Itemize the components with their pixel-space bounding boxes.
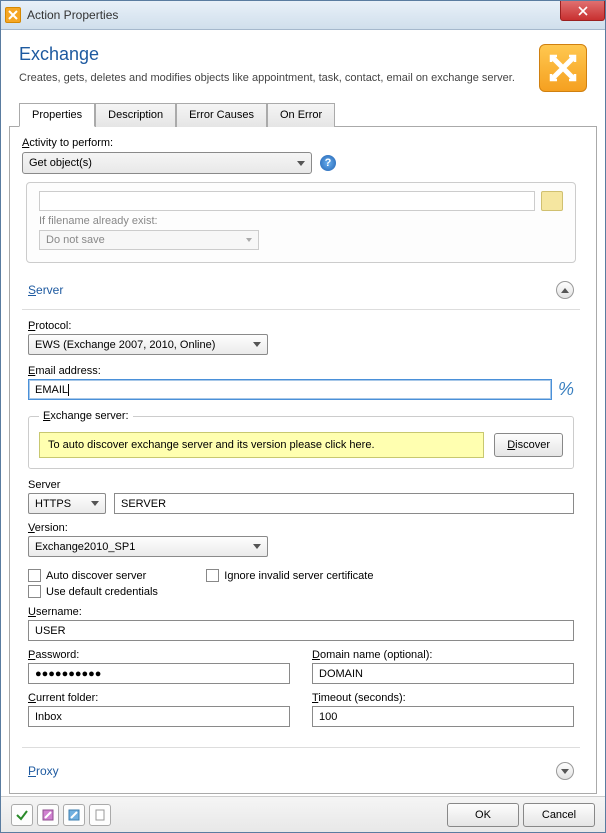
tab-content: Activity to perform: Get object(s) ? If … — [9, 127, 597, 794]
username-label: Username: — [28, 606, 574, 618]
output-group: If filename already exist: Do not save — [26, 182, 576, 263]
chevron-down-icon — [561, 769, 569, 774]
server-protocol-dropdown[interactable]: HTTPS — [28, 493, 106, 514]
chevron-up-icon — [561, 288, 569, 293]
exchange-server-group: Exchange server: To auto discover exchan… — [28, 410, 574, 469]
folder-label: Current folder: — [28, 692, 290, 704]
collapse-button[interactable] — [556, 281, 574, 299]
help-icon[interactable]: ? — [320, 155, 336, 171]
protocol-dropdown[interactable]: EWS (Exchange 2007, 2010, Online) — [28, 334, 268, 355]
scroll-area[interactable]: If filename already exist: Do not save S… — [22, 182, 584, 793]
new-icon-button[interactable] — [89, 804, 111, 826]
ignore-cert-checkbox[interactable]: Ignore invalid server certificate — [206, 569, 373, 582]
chevron-down-icon — [297, 161, 305, 166]
tab-on-error[interactable]: On Error — [267, 103, 335, 127]
email-input[interactable]: EMAIL — [28, 379, 552, 400]
titlebar[interactable]: Action Properties — [1, 1, 605, 30]
discover-button[interactable]: Discover — [494, 433, 563, 457]
server-section-header[interactable]: Server — [22, 277, 580, 303]
exchange-logo-icon — [539, 44, 587, 92]
dialog-window: Action Properties Exchange Creates, gets… — [0, 0, 606, 833]
cancel-button[interactable]: Cancel — [523, 803, 595, 827]
username-input[interactable]: USER — [28, 620, 574, 641]
discover-note: To auto discover exchange server and its… — [39, 432, 484, 458]
proxy-section-header[interactable]: Proxy — [22, 758, 580, 784]
protocol-label: Protocol: — [28, 320, 574, 332]
expand-button[interactable] — [556, 762, 574, 780]
version-label: Version: — [28, 522, 574, 534]
tool1-icon-button[interactable] — [37, 804, 59, 826]
email-label: Email address: — [28, 365, 574, 377]
use-default-creds-checkbox[interactable]: Use default credentials — [28, 585, 158, 598]
version-dropdown[interactable]: Exchange2010_SP1 — [28, 536, 268, 557]
domain-label: Domain name (optional): — [312, 649, 574, 661]
auto-discover-checkbox[interactable]: Auto discover server — [28, 569, 146, 582]
apply-icon-button[interactable] — [11, 804, 33, 826]
server-host-input[interactable]: SERVER — [114, 493, 574, 514]
chevron-down-icon — [253, 544, 261, 549]
tab-description[interactable]: Description — [95, 103, 176, 127]
header: Exchange Creates, gets, deletes and modi… — [1, 30, 605, 102]
app-icon — [5, 7, 21, 23]
tab-error-causes[interactable]: Error Causes — [176, 103, 267, 127]
tabstrip: Properties Description Error Causes On E… — [9, 102, 597, 127]
divider — [22, 309, 580, 310]
page-title: Exchange — [19, 44, 529, 65]
ok-button[interactable]: OK — [447, 803, 519, 827]
folder-input[interactable]: Inbox — [28, 706, 290, 727]
activity-value: Get object(s) — [29, 157, 92, 169]
filename-exist-dropdown: Do not save — [39, 230, 259, 250]
timeout-label: Timeout (seconds): — [312, 692, 574, 704]
footer: OK Cancel — [1, 796, 605, 832]
filename-input-disabled — [39, 191, 535, 211]
close-button[interactable] — [560, 1, 605, 21]
server-section-body: Protocol: EWS (Exchange 2007, 2010, Onli… — [22, 320, 580, 743]
proxy-section-title: Proxy — [28, 764, 59, 778]
variable-picker-icon[interactable]: % — [558, 379, 574, 400]
server-section-title: Server — [28, 283, 63, 297]
timeout-input[interactable]: 100 — [312, 706, 574, 727]
divider — [22, 747, 580, 748]
activity-label: Activity to perform: — [22, 137, 584, 149]
exchange-legend: Exchange server: — [39, 410, 133, 422]
browse-button[interactable] — [541, 191, 563, 211]
password-input[interactable]: ●●●●●●●●●● — [28, 663, 290, 684]
password-label: Password: — [28, 649, 290, 661]
server-label: Server — [28, 479, 106, 491]
filename-exist-label: If filename already exist: — [39, 215, 563, 227]
chevron-down-icon — [253, 342, 261, 347]
chevron-down-icon — [246, 238, 252, 242]
domain-input[interactable]: DOMAIN — [312, 663, 574, 684]
page-description: Creates, gets, deletes and modifies obje… — [19, 71, 529, 85]
window-title: Action Properties — [27, 8, 118, 22]
tool2-icon-button[interactable] — [63, 804, 85, 826]
activity-dropdown[interactable]: Get object(s) — [22, 152, 312, 174]
tab-properties[interactable]: Properties — [19, 103, 95, 127]
chevron-down-icon — [91, 501, 99, 506]
